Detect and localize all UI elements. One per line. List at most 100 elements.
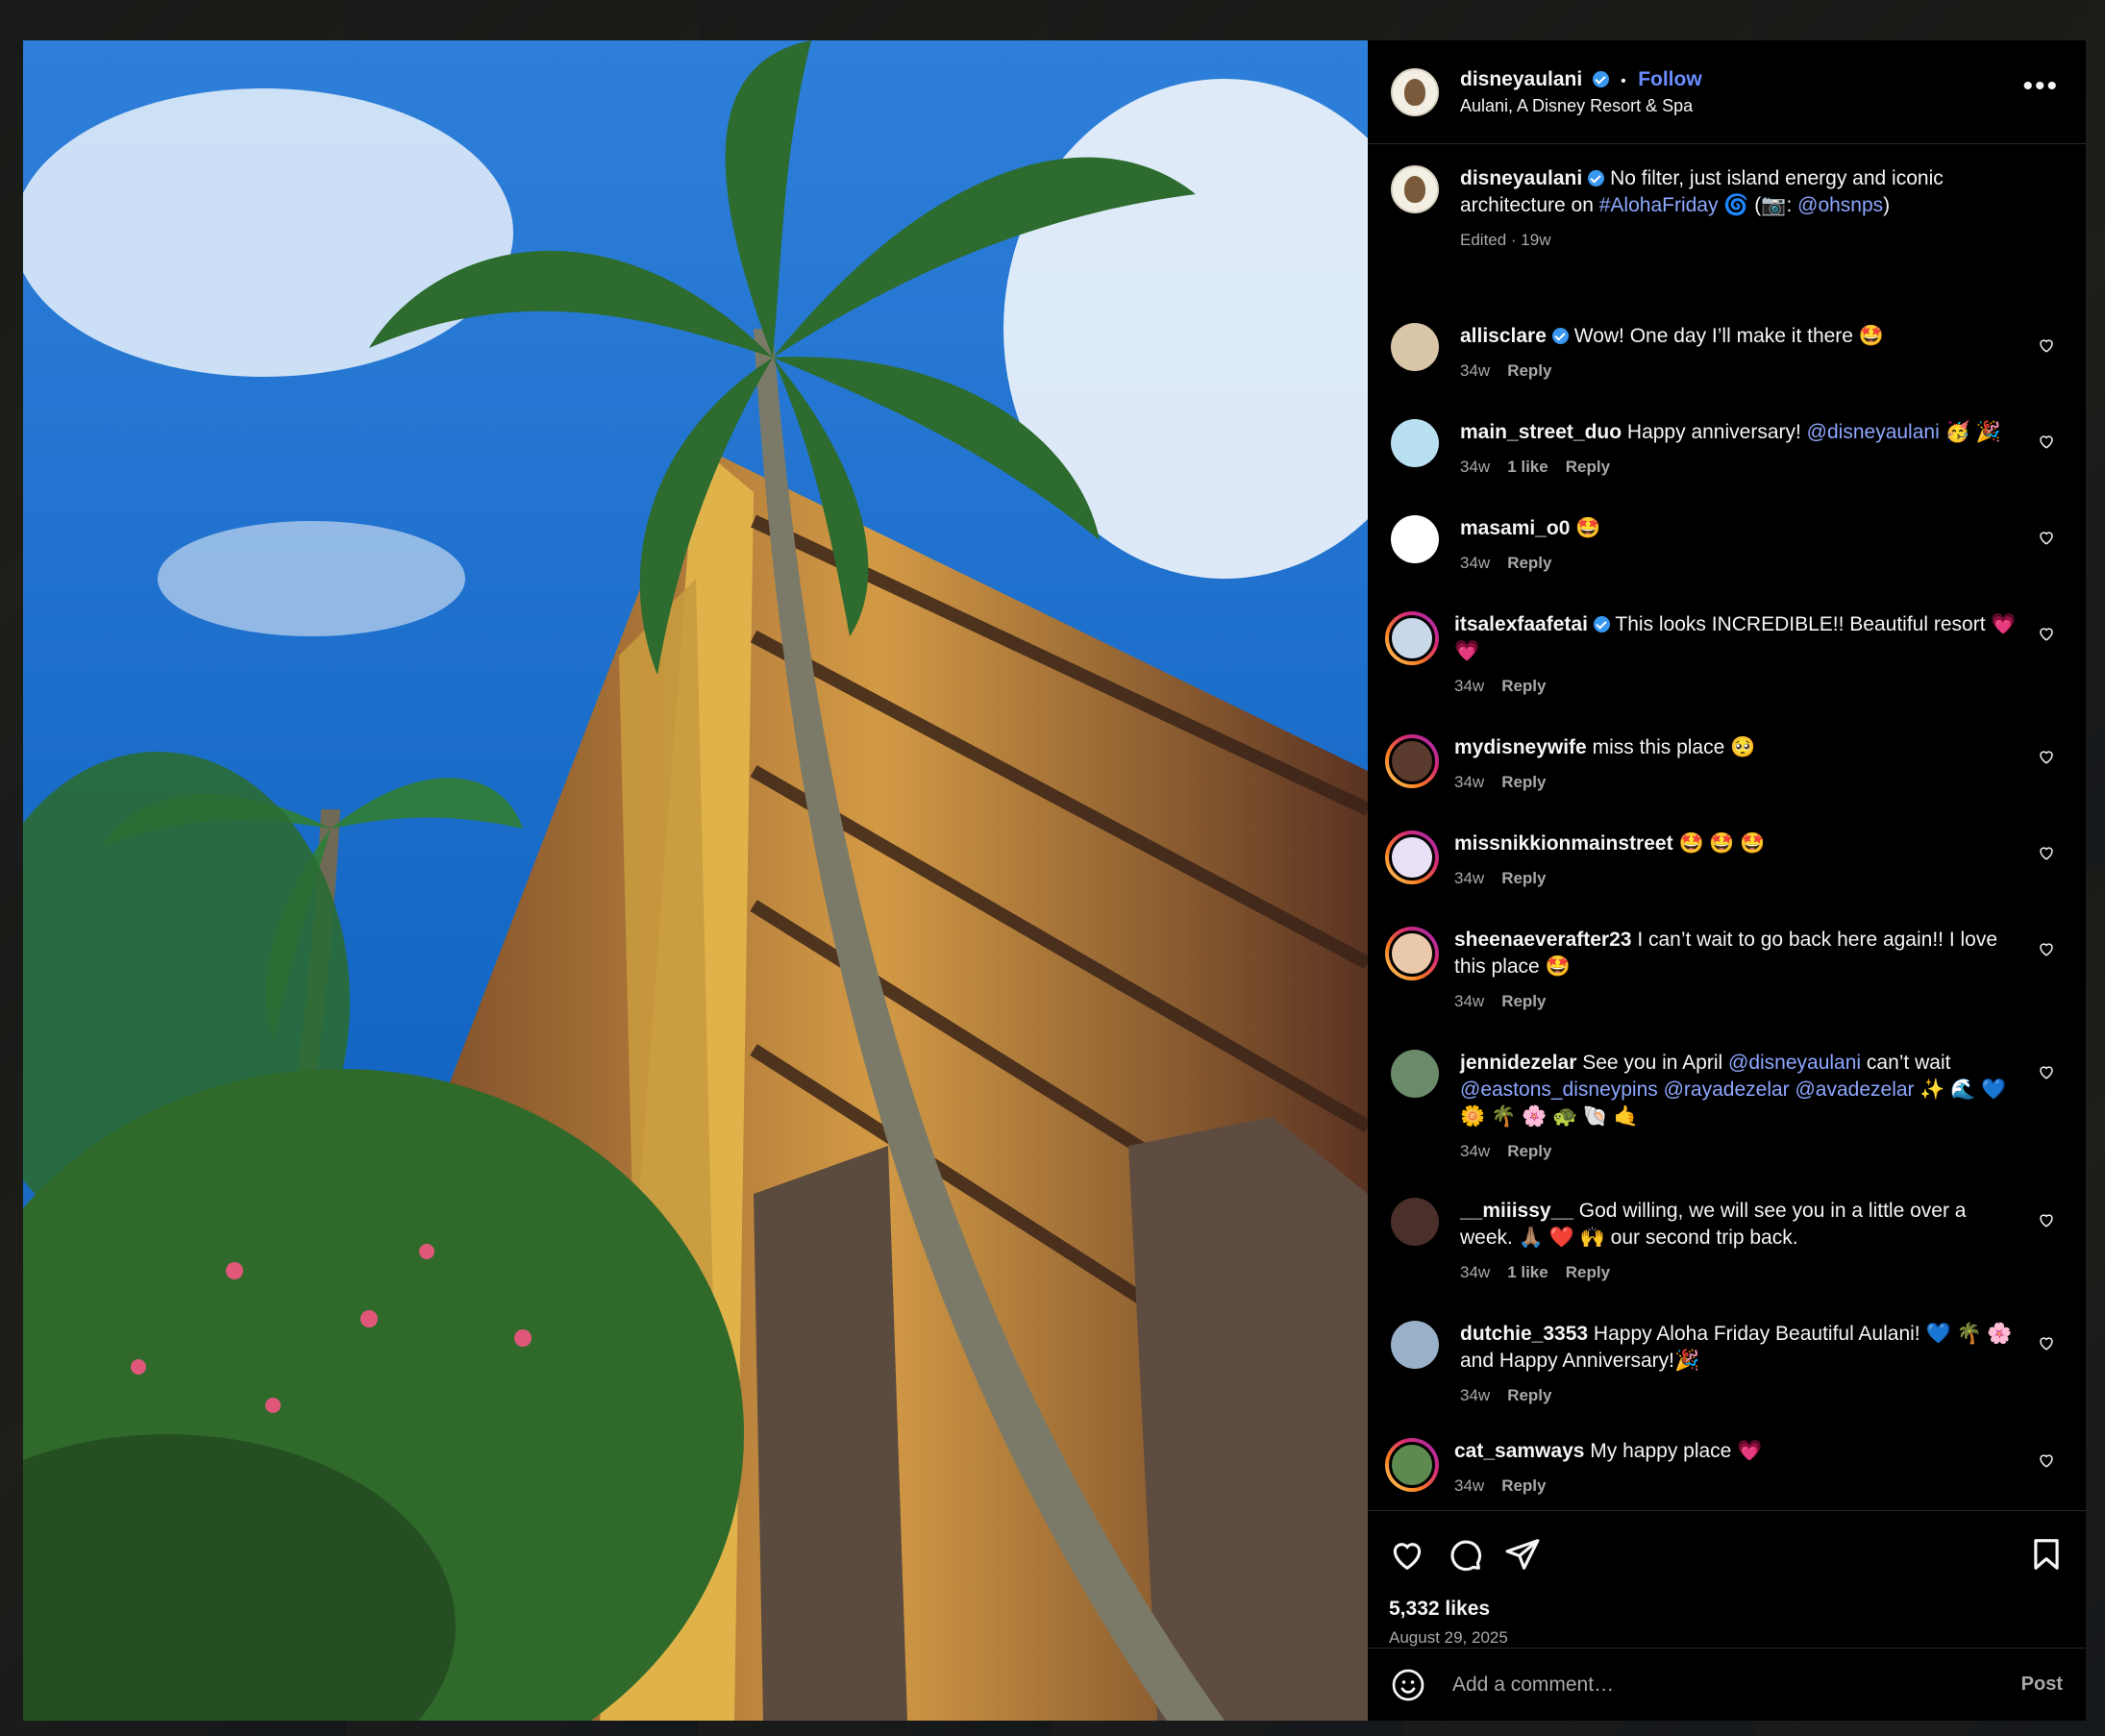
post-side-panel: disneyaulani • Follow Aulani, A Disney R… [1368, 40, 2086, 1721]
comment-row: __miiissy__ God willing, we will see you… [1391, 1198, 2063, 1286]
commenter-avatar[interactable] [1391, 1198, 1439, 1246]
comment-text: See you in April [1582, 1052, 1728, 1074]
comment-username[interactable]: __miiissy__ [1460, 1200, 1573, 1222]
comment-text: Wow! One day I’ll make it there 🤩 [1573, 325, 1884, 347]
reply-button[interactable]: Reply [1501, 1476, 1546, 1495]
comment-age: 34w [1454, 1476, 1485, 1495]
comment-like-count[interactable]: 1 like [1507, 1263, 1548, 1281]
reply-button[interactable]: Reply [1501, 677, 1546, 695]
like-comment-heart-icon[interactable] [2038, 529, 2055, 546]
account-avatar[interactable] [1391, 67, 1439, 116]
like-comment-heart-icon[interactable] [2038, 336, 2055, 354]
comment-age: 34w [1460, 361, 1491, 380]
comment-age: 34w [1460, 1386, 1491, 1404]
like-comment-heart-icon[interactable] [2038, 433, 2055, 450]
caption-text: 🌀 (📷: [1718, 194, 1798, 216]
comment-age: 34w [1460, 554, 1491, 572]
more-options-icon[interactable]: ••• [2022, 72, 2059, 101]
story-ring[interactable] [1385, 1438, 1439, 1492]
comment-age: 34w [1460, 1263, 1491, 1281]
like-comment-heart-icon[interactable] [2038, 1211, 2055, 1228]
mention-link[interactable]: @ohsnps [1797, 194, 1883, 216]
like-comment-heart-icon[interactable] [2038, 1063, 2055, 1080]
comment-row: jennidezelar See you in April @disneyaul… [1391, 1050, 2063, 1165]
mention-link[interactable]: @disneyaulani [1807, 421, 1940, 443]
comment-username[interactable]: main_street_duo [1460, 421, 1622, 443]
like-comment-heart-icon[interactable] [2038, 1334, 2055, 1352]
reply-button[interactable]: Reply [1501, 869, 1546, 887]
commenter-avatar[interactable] [1391, 1050, 1439, 1098]
comment-username[interactable]: mydisneywife [1454, 736, 1587, 758]
post-modal: disneyaulani • Follow Aulani, A Disney R… [23, 40, 2086, 1721]
comment-composer: Post [1368, 1648, 2086, 1721]
mention-link[interactable]: @disneyaulani [1728, 1052, 1861, 1074]
comment-input[interactable] [1450, 1672, 2021, 1698]
separator-dot: • [1621, 72, 1626, 89]
comment-row: sheenaeverafter23 I can’t wait to go bac… [1385, 927, 2063, 1015]
story-ring[interactable] [1385, 927, 1439, 980]
comment-age: 34w [1460, 458, 1491, 476]
caption-username[interactable]: disneyaulani [1460, 167, 1582, 189]
post-comment-button[interactable]: Post [2021, 1674, 2063, 1696]
comment-list[interactable]: disneyaulani No filter, just island ener… [1368, 144, 2086, 1511]
commenter-avatar[interactable] [1391, 1321, 1439, 1369]
like-comment-heart-icon[interactable] [2038, 1451, 2055, 1469]
post-photo [23, 40, 1368, 1721]
verified-badge-icon [1551, 328, 1569, 344]
mention-link[interactable]: @eastons_disneypins @rayadezelar @avadez… [1460, 1079, 1915, 1101]
verified-badge-icon [1588, 170, 1605, 186]
reply-button[interactable]: Reply [1507, 1386, 1551, 1404]
comment-username[interactable]: masami_o0 [1460, 517, 1570, 539]
caption-avatar[interactable] [1391, 165, 1439, 213]
commenter-avatar[interactable] [1391, 323, 1439, 371]
like-heart-icon[interactable] [1389, 1536, 1425, 1573]
commenter-avatar[interactable] [1391, 419, 1439, 467]
reply-button[interactable]: Reply [1507, 554, 1551, 572]
comment-username[interactable]: cat_samways [1454, 1440, 1584, 1462]
comment-text: can’t wait [1861, 1052, 1951, 1074]
like-count[interactable]: 5,332 likes [1389, 1598, 1490, 1621]
emoji-icon[interactable] [1391, 1668, 1425, 1702]
verified-badge-icon [1592, 70, 1609, 87]
reply-button[interactable]: Reply [1566, 1263, 1610, 1281]
comment-username[interactable]: jennidezelar [1460, 1052, 1576, 1074]
comment-age: 34w [1454, 869, 1485, 887]
reply-button[interactable]: Reply [1566, 458, 1610, 476]
comment-row: mydisneywife miss this place 🥺 34w Reply [1385, 734, 2063, 796]
reply-button[interactable]: Reply [1501, 992, 1546, 1010]
comment-username[interactable]: missnikkionmainstreet [1454, 832, 1673, 855]
comment-text: Happy anniversary! [1626, 421, 1807, 443]
story-ring[interactable] [1385, 831, 1439, 884]
reply-button[interactable]: Reply [1507, 361, 1551, 380]
hashtag-link[interactable]: #AlohaFriday [1599, 194, 1719, 216]
actions-divider [1368, 1510, 2086, 1511]
caption: disneyaulani No filter, just island ener… [1391, 165, 2063, 254]
post-header: disneyaulani • Follow Aulani, A Disney R… [1368, 40, 2086, 144]
share-send-icon[interactable] [1504, 1536, 1541, 1573]
commenter-avatar[interactable] [1391, 515, 1439, 563]
comment-row: main_street_duo Happy anniversary! @disn… [1391, 419, 2063, 481]
comment-text: 🤩 [1575, 517, 1601, 539]
comment-username[interactable]: sheenaeverafter23 [1454, 929, 1631, 951]
reply-button[interactable]: Reply [1507, 1142, 1551, 1160]
account-username[interactable]: disneyaulani [1460, 68, 1582, 90]
like-comment-heart-icon[interactable] [2038, 940, 2055, 957]
reply-button[interactable]: Reply [1501, 773, 1546, 791]
location-link[interactable]: Aulani, A Disney Resort & Spa [1460, 96, 1702, 116]
story-ring[interactable] [1385, 734, 1439, 788]
like-comment-heart-icon[interactable] [2038, 844, 2055, 861]
comment-username[interactable]: itsalexfaafetai [1454, 613, 1588, 635]
like-comment-heart-icon[interactable] [2038, 748, 2055, 765]
save-bookmark-icon[interactable] [2028, 1536, 2065, 1573]
comment-row: allisclare Wow! One day I’ll make it the… [1391, 323, 2063, 384]
comment-bubble-icon[interactable] [1447, 1536, 1483, 1573]
comment-age: 34w [1454, 677, 1485, 695]
comment-text: 🥳 🎉 [1939, 421, 2001, 443]
comment-age: 34w [1454, 773, 1485, 791]
comment-username[interactable]: allisclare [1460, 325, 1547, 347]
story-ring[interactable] [1385, 611, 1439, 665]
comment-like-count[interactable]: 1 like [1507, 458, 1548, 476]
comment-username[interactable]: dutchie_3353 [1460, 1323, 1588, 1345]
follow-button[interactable]: Follow [1638, 68, 1702, 90]
like-comment-heart-icon[interactable] [2038, 625, 2055, 642]
